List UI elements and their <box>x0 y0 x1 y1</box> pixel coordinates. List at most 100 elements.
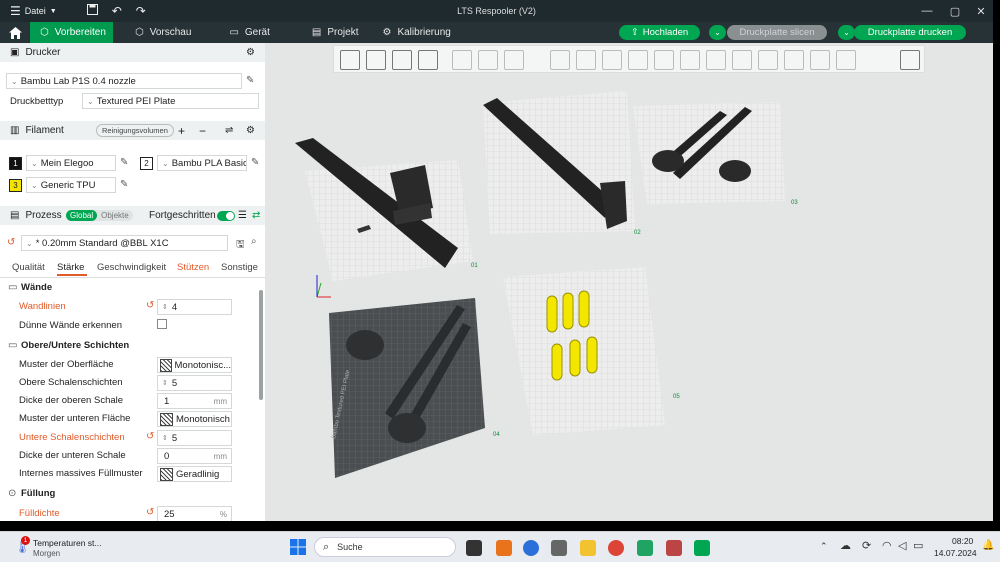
slice-options-dropdown[interactable]: ⌄ <box>709 25 726 40</box>
stepper-icon[interactable]: ⇕ <box>162 379 168 387</box>
tab-speed[interactable]: Geschwindigkeit <box>97 262 166 273</box>
filament-1-select[interactable]: ⌄ Mein Elegoo <box>26 155 116 171</box>
add-filament-icon[interactable]: + <box>178 124 185 138</box>
assembly-icon[interactable] <box>836 50 856 70</box>
add-object-icon[interactable] <box>340 50 360 70</box>
battery-icon[interactable]: ▭ <box>913 539 923 552</box>
bottom-pattern-select[interactable]: Monotonisch <box>157 411 232 427</box>
move-icon[interactable] <box>550 50 570 70</box>
detect-thin-wall-checkbox[interactable] <box>157 319 167 329</box>
app-blue-icon[interactable] <box>523 540 539 556</box>
support-paint-icon[interactable] <box>706 50 726 70</box>
color-paint-icon[interactable] <box>784 50 804 70</box>
bed-type-select[interactable]: ⌄ Textured PEI Plate <box>82 93 259 109</box>
plate-layout-icon[interactable] <box>418 50 438 70</box>
rotate-icon[interactable] <box>576 50 596 70</box>
app-photo-icon[interactable] <box>666 540 682 556</box>
app-slicer-icon[interactable] <box>551 540 567 556</box>
part-disc-03a[interactable] <box>652 150 684 172</box>
toggle-global[interactable]: Global <box>66 210 98 221</box>
seam-paint-icon[interactable] <box>732 50 752 70</box>
part-disc-04a[interactable] <box>346 330 384 360</box>
slice-plate-button[interactable]: Druckplatte slicen <box>727 25 827 40</box>
sync-icon[interactable]: ⇌ <box>225 125 233 136</box>
tab-strength[interactable]: Stärke <box>57 262 84 273</box>
file-explorer-icon[interactable] <box>580 540 596 556</box>
print-options-dropdown[interactable]: ⌄ <box>838 25 855 40</box>
3d-viewport[interactable]: 01 02 03 04 05 Bambu Textured PEI Plate <box>265 43 993 521</box>
home-button[interactable] <box>0 22 30 43</box>
edit-icon[interactable]: ✎ <box>251 157 259 168</box>
filament-3-swatch[interactable]: 3 <box>9 179 22 192</box>
printer-select[interactable]: ⌄ Bambu Lab P1S 0.4 nozzle <box>6 73 242 89</box>
redo-icon[interactable]: ↷ <box>136 4 146 18</box>
list-icon[interactable]: ☰ <box>238 210 247 221</box>
tab-project[interactable]: ▤ Projekt <box>302 22 369 43</box>
tab-others[interactable]: Sonstige <box>221 262 258 273</box>
file-menu[interactable]: ☰ Datei ▼ <box>0 4 57 18</box>
part-yellow-5[interactable] <box>569 339 581 377</box>
filament-2-swatch[interactable]: 2 <box>140 157 153 170</box>
tab-calibration[interactable]: ⚙ Kalibrierung <box>372 22 460 43</box>
split-parts-icon[interactable] <box>478 50 498 70</box>
tab-device[interactable]: ▭ Gerät <box>219 22 279 43</box>
sync-icon[interactable]: ⟳ <box>862 539 871 552</box>
mesh-boolean-icon[interactable] <box>680 50 700 70</box>
clock-date[interactable]: 14.07.2024 <box>934 548 977 558</box>
volume-icon[interactable]: ◁ <box>898 539 906 552</box>
chrome-icon[interactable] <box>608 540 624 556</box>
part-yellow-1[interactable] <box>546 295 558 333</box>
close-button[interactable]: ✕ <box>968 0 994 22</box>
edit-icon[interactable]: ✎ <box>120 179 128 190</box>
global-objects-toggle[interactable]: Global Objekte <box>66 210 133 221</box>
part-yellow-2[interactable] <box>562 292 574 330</box>
weather-widget[interactable]: 🌡 1 Temperaturen st... Morgen <box>14 535 124 561</box>
tab-supports[interactable]: Stützen <box>177 262 209 273</box>
undo-icon[interactable]: ↶ <box>112 4 122 18</box>
toggle-objects[interactable]: Objekte <box>97 210 133 221</box>
bottom-shell-layers-input[interactable]: ⇕ 5 <box>157 430 232 446</box>
part-disc-03b[interactable] <box>719 160 751 182</box>
auto-orient-icon[interactable] <box>392 50 412 70</box>
remove-filament-icon[interactable]: − <box>199 124 206 138</box>
internal-solid-infill-select[interactable]: Geradlinig <box>157 466 232 482</box>
minimize-button[interactable]: — <box>914 0 940 22</box>
reset-icon[interactable]: ↺ <box>146 507 154 518</box>
reset-icon[interactable]: ↺ <box>146 300 154 311</box>
top-shell-thickness-input[interactable]: 1 mm <box>157 393 232 409</box>
top-pattern-select[interactable]: Monotonisc... <box>157 357 232 373</box>
part-yellow-4[interactable] <box>551 343 563 381</box>
stepper-icon[interactable]: ⇕ <box>162 434 168 442</box>
tab-quality[interactable]: Qualität <box>12 262 45 273</box>
purge-volume-button[interactable]: Reinigungsvolumen <box>96 124 174 137</box>
part-yellow-6[interactable] <box>586 336 598 374</box>
reset-icon[interactable]: ↺ <box>7 237 15 248</box>
cloud-icon[interactable]: ☁ <box>840 539 851 552</box>
text-tool-icon[interactable] <box>758 50 778 70</box>
lay-on-face-icon[interactable] <box>628 50 648 70</box>
infill-density-input[interactable]: 25 % <box>157 506 232 521</box>
start-button[interactable] <box>290 539 306 555</box>
advanced-switch[interactable] <box>217 210 235 221</box>
bottom-shell-thickness-input[interactable]: 0 mm <box>157 448 232 464</box>
compare-icon[interactable]: ⇄ <box>252 210 260 221</box>
part-yellow-3[interactable] <box>578 290 590 328</box>
filament-1-swatch[interactable]: 1 <box>9 157 22 170</box>
top-shell-layers-input[interactable]: ⇕ 5 <box>157 375 232 391</box>
filament-settings-icon[interactable]: ⚙ <box>246 125 255 136</box>
chevron-up-icon[interactable]: ⌃ <box>820 541 828 552</box>
printer-settings-icon[interactable]: ⚙ <box>246 47 255 58</box>
arrange-grid-icon[interactable] <box>366 50 386 70</box>
notification-icon[interactable]: 🔔 <box>982 540 994 551</box>
measure-icon[interactable] <box>810 50 830 70</box>
edit-icon[interactable]: ✎ <box>246 75 254 86</box>
filament-3-select[interactable]: ⌄ Generic TPU <box>26 177 116 193</box>
google-drive-icon[interactable] <box>637 540 653 556</box>
bambu-studio-icon[interactable] <box>694 540 710 556</box>
wifi-icon[interactable]: ◠ <box>882 539 892 552</box>
process-preset-select[interactable]: ⌄ * 0.20mm Standard @BBL X1C <box>21 235 228 251</box>
tab-prepare[interactable]: ⬡ Vorbereiten <box>30 22 113 43</box>
tab-preview[interactable]: ⬡ Vorschau <box>125 22 201 43</box>
layers-icon[interactable] <box>504 50 524 70</box>
edit-icon[interactable]: ✎ <box>120 157 128 168</box>
